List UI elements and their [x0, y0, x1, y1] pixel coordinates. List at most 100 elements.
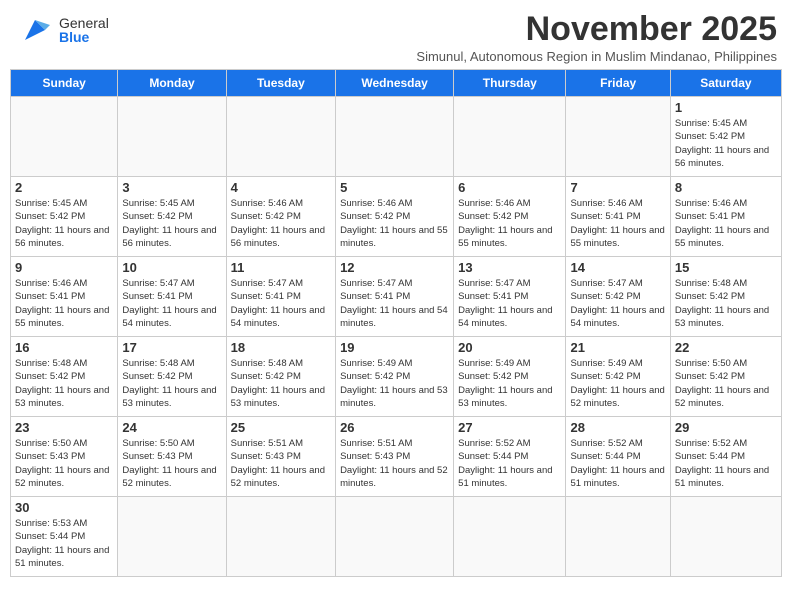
table-row: 12 Sunrise: 5:47 AM Sunset: 5:41 PM Dayli…: [336, 257, 454, 337]
day-info: Sunrise: 5:48 AM Sunset: 5:42 PM Dayligh…: [231, 357, 331, 410]
table-row: [566, 497, 670, 577]
day-number: 4: [231, 180, 331, 195]
day-number: 13: [458, 260, 561, 275]
header-thursday: Thursday: [454, 70, 566, 97]
day-number: 12: [340, 260, 449, 275]
day-info: Sunrise: 5:46 AM Sunset: 5:42 PM Dayligh…: [231, 197, 331, 250]
table-row: 19 Sunrise: 5:49 AM Sunset: 5:42 PM Dayli…: [336, 337, 454, 417]
table-row: 24Sunrise: 5:50 AM Sunset: 5:43 PM Dayli…: [118, 417, 226, 497]
table-row: [118, 97, 226, 177]
header-wednesday: Wednesday: [336, 70, 454, 97]
table-row: 22Sunrise: 5:50 AM Sunset: 5:42 PM Dayli…: [670, 337, 781, 417]
day-number: 15: [675, 260, 777, 275]
day-number: 2: [15, 180, 113, 195]
day-info: Sunrise: 5:50 AM Sunset: 5:42 PM Dayligh…: [675, 357, 777, 410]
day-info: Sunrise: 5:46 AM Sunset: 5:41 PM Dayligh…: [570, 197, 665, 250]
day-info: Sunrise: 5:47 AM Sunset: 5:41 PM Dayligh…: [231, 277, 331, 330]
day-number: 29: [675, 420, 777, 435]
day-info: Sunrise: 5:49 AM Sunset: 5:42 PM Dayligh…: [340, 357, 449, 410]
day-number: 19: [340, 340, 449, 355]
day-info: Sunrise: 5:47 AM Sunset: 5:41 PM Dayligh…: [122, 277, 221, 330]
header-saturday: Saturday: [670, 70, 781, 97]
day-info: Sunrise: 5:52 AM Sunset: 5:44 PM Dayligh…: [675, 437, 777, 490]
day-info: Sunrise: 5:51 AM Sunset: 5:43 PM Dayligh…: [340, 437, 449, 490]
day-number: 11: [231, 260, 331, 275]
day-number: 18: [231, 340, 331, 355]
day-number: 8: [675, 180, 777, 195]
month-title: November 2025: [416, 10, 777, 49]
logo: General Blue: [15, 10, 109, 50]
table-row: 17 Sunrise: 5:48 AM Sunset: 5:42 PM Dayli…: [118, 337, 226, 417]
day-number: 17: [122, 340, 221, 355]
day-number: 1: [675, 100, 777, 115]
table-row: 20 Sunrise: 5:49 AM Sunset: 5:42 PM Dayli…: [454, 337, 566, 417]
table-row: [454, 497, 566, 577]
day-number: 25: [231, 420, 331, 435]
day-number: 9: [15, 260, 113, 275]
table-row: 2 Sunrise: 5:45 AM Sunset: 5:42 PM Daylig…: [11, 177, 118, 257]
header-sunday: Sunday: [11, 70, 118, 97]
day-info: Sunrise: 5:45 AM Sunset: 5:42 PM Dayligh…: [675, 117, 777, 170]
day-info: Sunrise: 5:48 AM Sunset: 5:42 PM Dayligh…: [122, 357, 221, 410]
day-number: 6: [458, 180, 561, 195]
day-info: Sunrise: 5:51 AM Sunset: 5:43 PM Dayligh…: [231, 437, 331, 490]
table-row: 29 Sunrise: 5:52 AM Sunset: 5:44 PM Dayli…: [670, 417, 781, 497]
day-info: Sunrise: 5:47 AM Sunset: 5:41 PM Dayligh…: [458, 277, 561, 330]
logo-blue: Blue: [59, 29, 89, 45]
table-row: 23Sunrise: 5:50 AM Sunset: 5:43 PM Dayli…: [11, 417, 118, 497]
header-friday: Friday: [566, 70, 670, 97]
header-monday: Monday: [118, 70, 226, 97]
day-info: Sunrise: 5:53 AM Sunset: 5:44 PM Dayligh…: [15, 517, 113, 570]
table-row: [336, 497, 454, 577]
day-info: Sunrise: 5:52 AM Sunset: 5:44 PM Dayligh…: [458, 437, 561, 490]
day-info: Sunrise: 5:46 AM Sunset: 5:41 PM Dayligh…: [675, 197, 777, 250]
calendar-week-row: 1 Sunrise: 5:45 AM Sunset: 5:42 PM Daylig…: [11, 97, 782, 177]
table-row: 14 Sunrise: 5:47 AM Sunset: 5:42 PM Dayli…: [566, 257, 670, 337]
day-info: Sunrise: 5:47 AM Sunset: 5:42 PM Dayligh…: [570, 277, 665, 330]
day-number: 10: [122, 260, 221, 275]
day-info: Sunrise: 5:46 AM Sunset: 5:41 PM Dayligh…: [15, 277, 113, 330]
day-info: Sunrise: 5:49 AM Sunset: 5:42 PM Dayligh…: [458, 357, 561, 410]
calendar-week-row: 23Sunrise: 5:50 AM Sunset: 5:43 PM Dayli…: [11, 417, 782, 497]
calendar-week-row: 2 Sunrise: 5:45 AM Sunset: 5:42 PM Daylig…: [11, 177, 782, 257]
table-row: 5Sunrise: 5:46 AM Sunset: 5:42 PM Daylig…: [336, 177, 454, 257]
table-row: [336, 97, 454, 177]
day-number: 28: [570, 420, 665, 435]
table-row: 9 Sunrise: 5:46 AM Sunset: 5:41 PM Daylig…: [11, 257, 118, 337]
table-row: 15 Sunrise: 5:48 AM Sunset: 5:42 PM Dayli…: [670, 257, 781, 337]
calendar-week-row: 30 Sunrise: 5:53 AM Sunset: 5:44 PM Dayli…: [11, 497, 782, 577]
day-number: 30: [15, 500, 113, 515]
day-number: 14: [570, 260, 665, 275]
calendar-week-row: 16Sunrise: 5:48 AM Sunset: 5:42 PM Dayli…: [11, 337, 782, 417]
table-row: 1 Sunrise: 5:45 AM Sunset: 5:42 PM Daylig…: [670, 97, 781, 177]
day-info: Sunrise: 5:47 AM Sunset: 5:41 PM Dayligh…: [340, 277, 449, 330]
day-info: Sunrise: 5:50 AM Sunset: 5:43 PM Dayligh…: [15, 437, 113, 490]
table-row: 25 Sunrise: 5:51 AM Sunset: 5:43 PM Dayli…: [226, 417, 335, 497]
subtitle: Simunul, Autonomous Region in Muslim Min…: [416, 49, 777, 64]
table-row: 13 Sunrise: 5:47 AM Sunset: 5:41 PM Dayli…: [454, 257, 566, 337]
day-number: 27: [458, 420, 561, 435]
calendar-week-row: 9 Sunrise: 5:46 AM Sunset: 5:41 PM Daylig…: [11, 257, 782, 337]
day-info: Sunrise: 5:46 AM Sunset: 5:42 PM Dayligh…: [340, 197, 449, 250]
day-info: Sunrise: 5:52 AM Sunset: 5:44 PM Dayligh…: [570, 437, 665, 490]
day-number: 7: [570, 180, 665, 195]
day-info: Sunrise: 5:45 AM Sunset: 5:42 PM Dayligh…: [122, 197, 221, 250]
day-info: Sunrise: 5:48 AM Sunset: 5:42 PM Dayligh…: [675, 277, 777, 330]
table-row: 3Sunrise: 5:45 AM Sunset: 5:42 PM Daylig…: [118, 177, 226, 257]
table-row: 28 Sunrise: 5:52 AM Sunset: 5:44 PM Dayli…: [566, 417, 670, 497]
table-row: 30 Sunrise: 5:53 AM Sunset: 5:44 PM Dayli…: [11, 497, 118, 577]
day-number: 24: [122, 420, 221, 435]
day-info: Sunrise: 5:45 AM Sunset: 5:42 PM Dayligh…: [15, 197, 113, 250]
day-info: Sunrise: 5:48 AM Sunset: 5:42 PM Dayligh…: [15, 357, 113, 410]
calendar-header-row: Sunday Monday Tuesday Wednesday Thursday…: [11, 70, 782, 97]
table-row: [566, 97, 670, 177]
table-row: [118, 497, 226, 577]
day-number: 26: [340, 420, 449, 435]
table-row: 26 Sunrise: 5:51 AM Sunset: 5:43 PM Dayli…: [336, 417, 454, 497]
day-info: Sunrise: 5:49 AM Sunset: 5:42 PM Dayligh…: [570, 357, 665, 410]
day-number: 20: [458, 340, 561, 355]
table-row: [11, 97, 118, 177]
table-row: [226, 497, 335, 577]
table-row: 7 Sunrise: 5:46 AM Sunset: 5:41 PM Daylig…: [566, 177, 670, 257]
table-row: 21Sunrise: 5:49 AM Sunset: 5:42 PM Dayli…: [566, 337, 670, 417]
